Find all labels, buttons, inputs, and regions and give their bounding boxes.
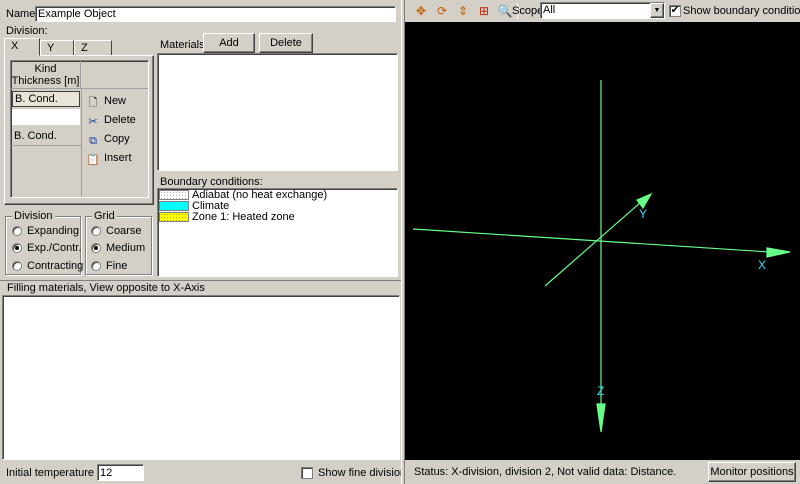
pan-icon[interactable]: ✥ — [412, 2, 430, 20]
menu-item-delete[interactable]: ✂ Delete — [86, 112, 136, 128]
filling-label: Filling materials, View opposite to X-Ax… — [7, 282, 205, 294]
radio-medium-label: Medium — [106, 242, 146, 254]
scissors-icon: ✂ — [88, 116, 98, 128]
adiabat-swatch — [159, 190, 189, 200]
materials-label: Materials: — [160, 39, 208, 51]
tab-z-label: Z — [81, 42, 88, 54]
radio-expanding-label: Expanding — [27, 225, 79, 237]
materials-list[interactable] — [157, 53, 398, 171]
tab-x-label: X — [11, 40, 19, 52]
radio-contracting-label: Contracting — [27, 260, 84, 272]
radio-expanding[interactable] — [12, 226, 22, 236]
radio-contracting[interactable] — [12, 261, 22, 271]
x-axis-line — [412, 228, 771, 253]
axis-label-y: Y — [639, 207, 647, 221]
tab-x[interactable]: X — [4, 38, 40, 56]
menu-item-copy[interactable]: ⧉ Copy — [86, 131, 130, 147]
add-material-button[interactable]: Add — [203, 33, 255, 53]
filling-view[interactable] — [2, 295, 400, 460]
filling-header: Filling materials, View opposite to X-Ax… — [0, 280, 401, 294]
radio-coarse[interactable] — [91, 226, 101, 236]
boundary-list[interactable]: Adiabat (no heat exchange) Climate Zone … — [157, 188, 398, 277]
menu-item-new-label: New — [104, 95, 127, 107]
status-text: Status: X-division, division 2, Not vali… — [414, 466, 677, 478]
tab-y-label: Y — [47, 42, 55, 54]
tab-y[interactable]: Y — [40, 40, 74, 56]
radio-fine[interactable] — [91, 261, 101, 271]
rotate-icon[interactable]: ⟳ — [433, 2, 451, 20]
status-bar: Status: X-division, division 2, Not vali… — [405, 460, 800, 484]
radio-fine-label: Fine — [106, 260, 128, 272]
paste-icon: 📋 — [86, 154, 100, 166]
table-row-edit[interactable] — [12, 109, 80, 125]
show-bc-label: Show boundary conditions — [683, 5, 800, 17]
menu-item-delete-label: Delete — [104, 114, 136, 126]
show-bc-checkbox[interactable]: ✔ — [669, 5, 681, 17]
grid-group-title: Grid — [92, 210, 117, 222]
y-axis-line — [544, 201, 642, 287]
heated-zone-swatch — [159, 212, 189, 222]
division-table: Kind Thickness [m] B. Cond. B. Cond. 🗋 Ne… — [10, 60, 149, 198]
division-group-title: Division — [12, 210, 55, 222]
row-context-menu: 🗋 New ✂ Delete ⧉ Copy 📋 Insert — [84, 93, 148, 173]
3d-viewport[interactable]: X Y Z — [405, 22, 800, 460]
menu-item-new[interactable]: 🗋 New — [86, 93, 126, 109]
division-label: Division: — [6, 25, 48, 37]
scope-label: Scope — [512, 5, 544, 17]
table-header-kind: Kind Thickness [m] — [11, 61, 81, 89]
radio-medium[interactable] — [91, 243, 101, 253]
axis-label-x: X — [758, 258, 766, 272]
radio-coarse-label: Coarse — [106, 225, 142, 237]
show-fine-division-label: Show fine division — [318, 467, 407, 479]
show-fine-division-checkbox[interactable] — [301, 467, 313, 479]
division-tab-page: Kind Thickness [m] B. Cond. B. Cond. 🗋 Ne… — [4, 55, 154, 205]
menu-item-copy-label: Copy — [104, 133, 130, 145]
table-row[interactable]: B. Cond. — [12, 128, 80, 144]
move-icon[interactable]: ⇕ — [454, 2, 472, 20]
y-axis-arrow — [636, 192, 653, 210]
list-item-label: Zone 1: Heated zone — [192, 211, 295, 223]
table-header-empty — [81, 61, 148, 89]
chevron-down-icon[interactable]: ▼ — [650, 3, 664, 18]
copy-icon: ⧉ — [89, 135, 97, 147]
menu-item-insert[interactable]: 📋 Insert — [86, 150, 132, 166]
axes-svg: X Y Z — [412, 80, 791, 433]
table-column-divider — [81, 89, 82, 197]
monitor-positions-button[interactable]: Monitor positions — [708, 462, 796, 482]
table-row[interactable]: B. Cond. — [12, 91, 80, 107]
name-label: Name — [6, 8, 36, 20]
fit-icon[interactable]: ⊞ — [475, 2, 493, 20]
scope-select[interactable]: All ▼ — [540, 2, 665, 19]
axis-label-z: Z — [597, 384, 604, 398]
name-input[interactable] — [35, 6, 396, 22]
new-page-icon: 🗋 — [88, 97, 98, 109]
x-axis-arrow — [766, 247, 791, 258]
delete-material-button[interactable]: Delete — [259, 33, 313, 53]
menu-item-insert-label: Insert — [104, 152, 132, 164]
tab-z[interactable]: Z — [74, 40, 112, 56]
viewport-toolbar: ✥ ⟳ ⇕ ⊞ 🔍 Scope All ▼ ✔ Show boundary co… — [405, 0, 800, 22]
row-divider — [11, 145, 81, 146]
z-axis-arrow — [596, 403, 606, 433]
radio-exp-contr[interactable] — [12, 243, 22, 253]
scope-value: All — [543, 4, 556, 16]
temperature-input[interactable] — [97, 464, 144, 481]
climate-swatch — [159, 201, 189, 211]
radio-exp-contr-label: Exp./Contr. — [27, 242, 82, 254]
list-item[interactable]: Zone 1: Heated zone — [159, 211, 395, 223]
